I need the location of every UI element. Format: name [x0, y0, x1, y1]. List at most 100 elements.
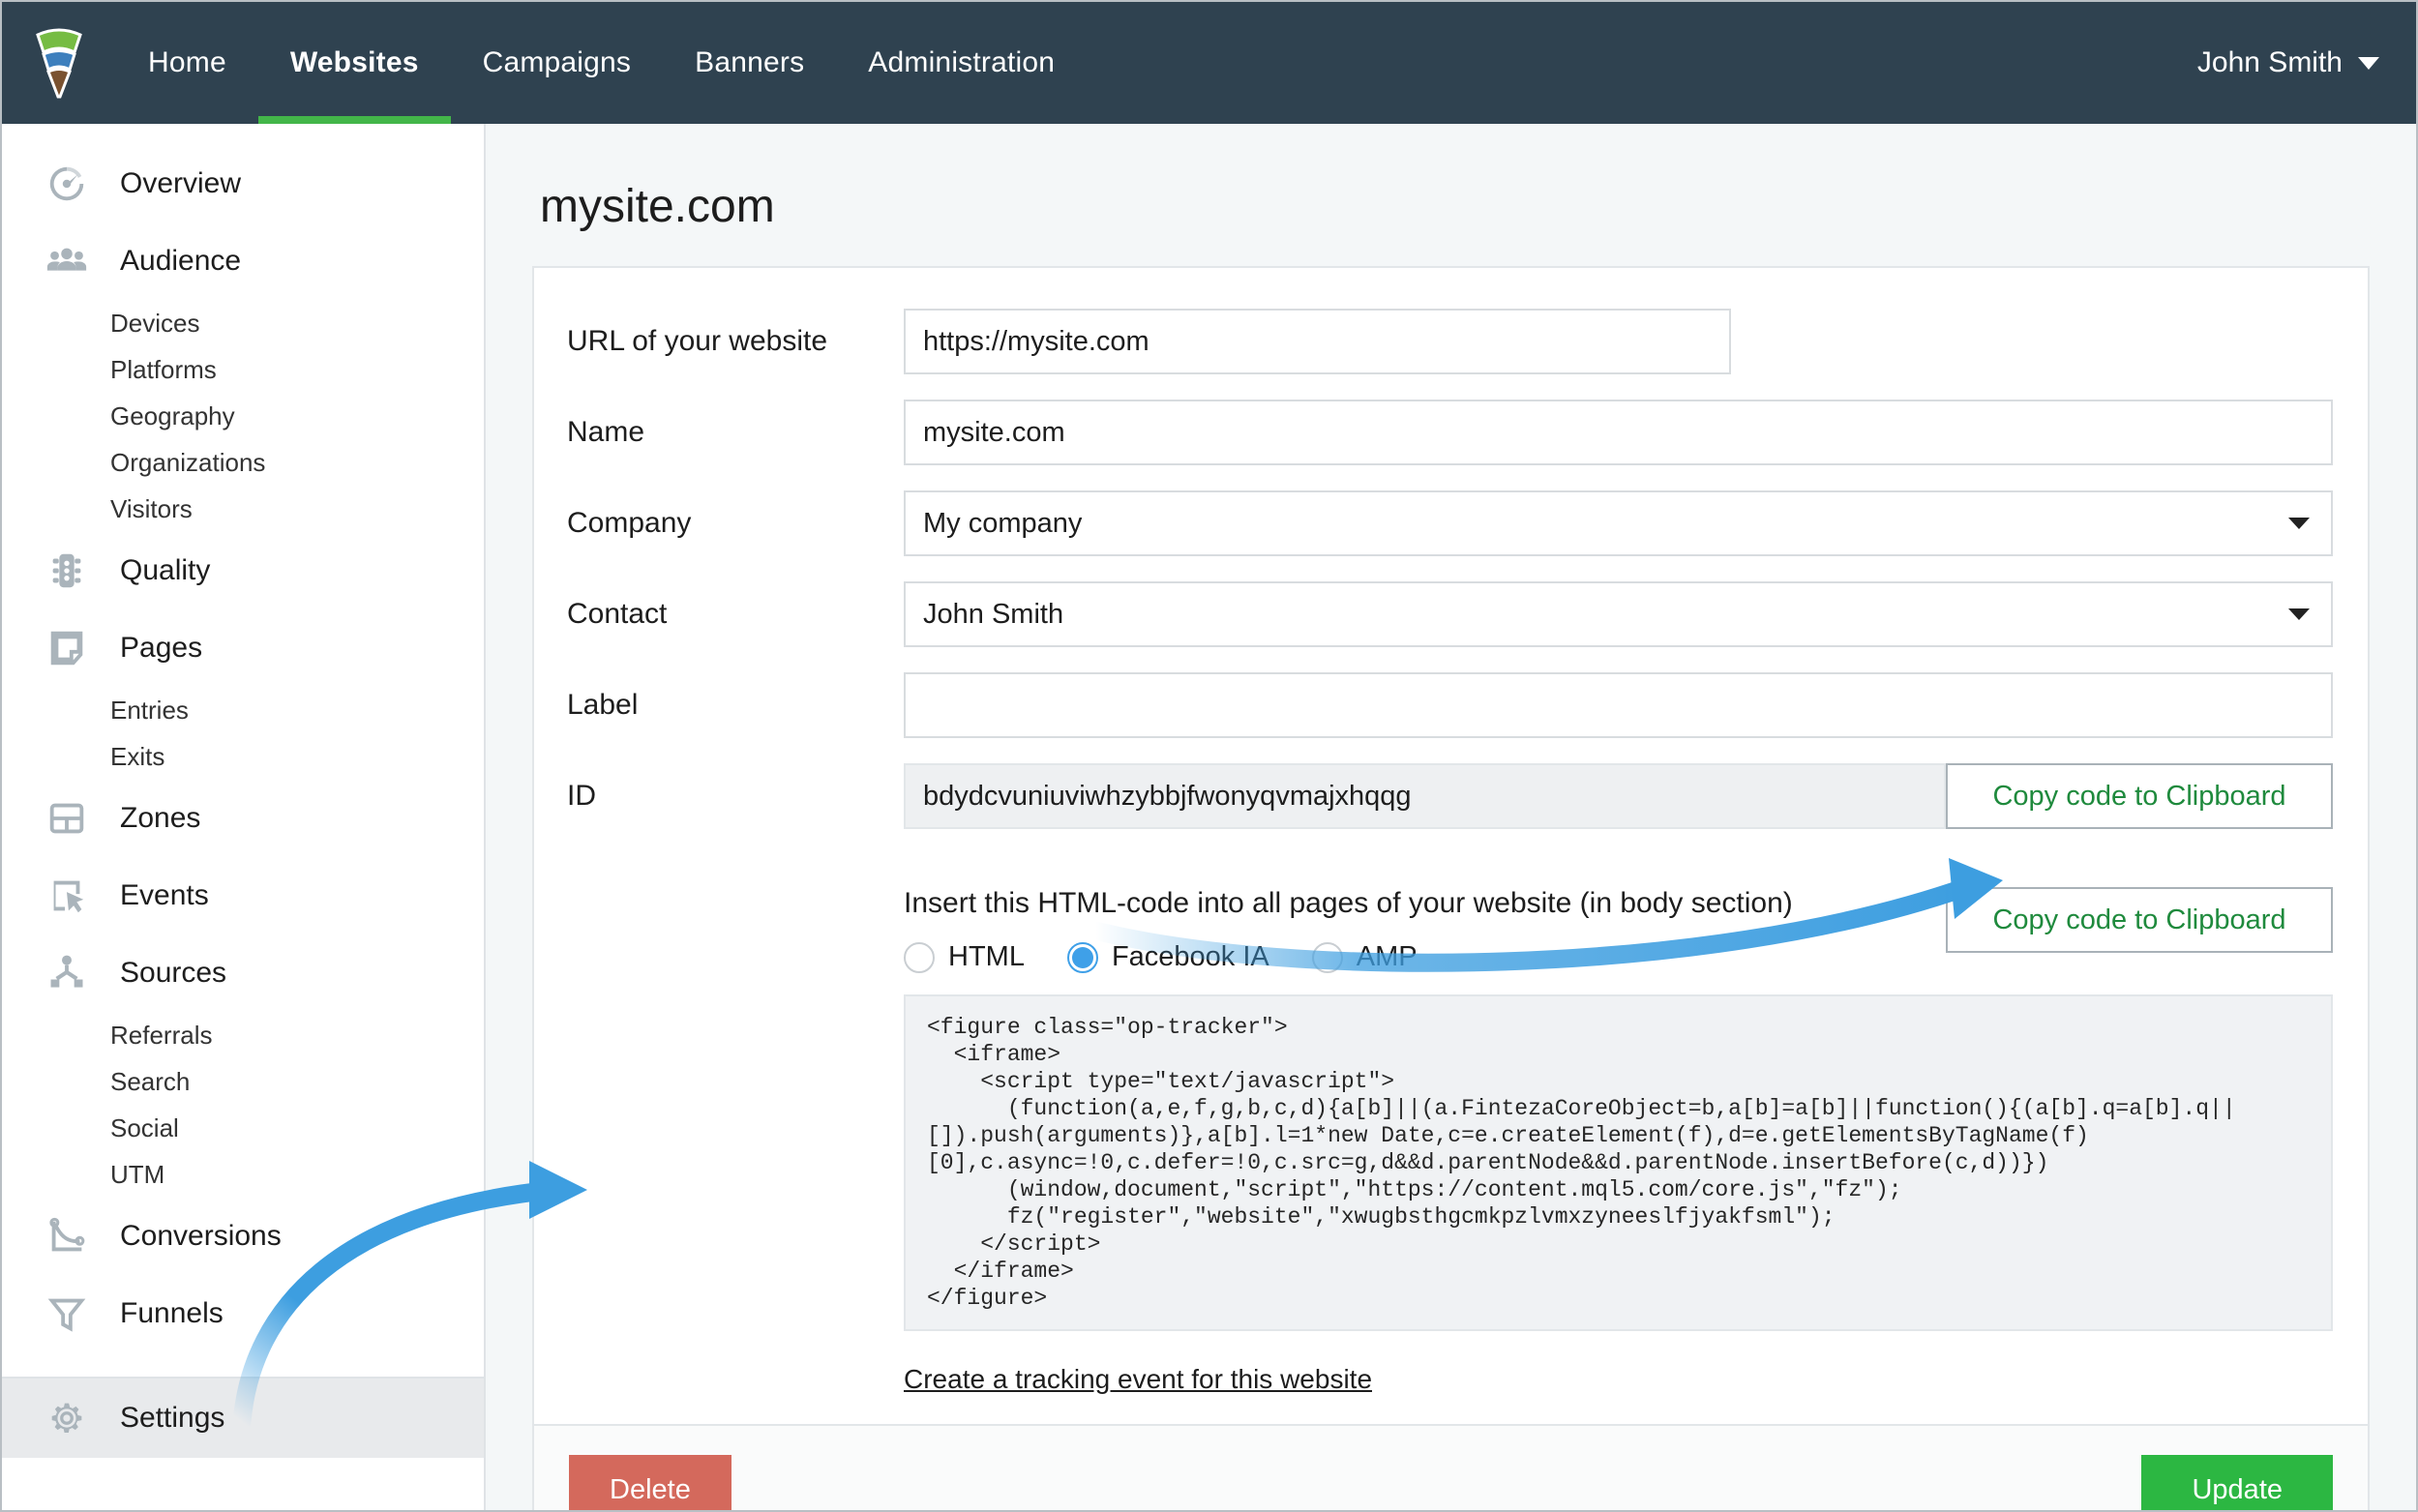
nav-label: Banners: [695, 46, 805, 78]
page-icon: [43, 624, 91, 672]
sidebar-label: Funnels: [120, 1297, 224, 1329]
traffic-light-icon: [43, 547, 91, 595]
id-label: ID: [567, 780, 596, 812]
sidebar-item-funnels[interactable]: Funnels: [2, 1275, 484, 1352]
sidebar-item-quality[interactable]: Quality: [2, 532, 484, 609]
sidebar-sub-label: Entries: [110, 695, 189, 725]
nav-label: Administration: [868, 46, 1056, 78]
sidebar-label: Overview: [120, 167, 242, 199]
sidebar-item-settings[interactable]: Settings: [2, 1379, 484, 1458]
sidebar-label: Conversions: [120, 1220, 282, 1252]
sidebar-item-audience[interactable]: Audience: [2, 222, 484, 300]
update-button[interactable]: Update: [2141, 1455, 2333, 1510]
contact-selected-value: John Smith: [923, 598, 1064, 630]
sidebar-item-conversions[interactable]: Conversions: [2, 1198, 484, 1275]
tracking-code-block[interactable]: <figure class="op-tracker"> <iframe> <sc…: [904, 994, 2333, 1331]
sidebar-item-visitors[interactable]: Visitors: [2, 486, 484, 532]
radio-label: HTML: [948, 941, 1025, 972]
nav-item-campaigns[interactable]: Campaigns: [451, 2, 664, 124]
field-row-url: URL of your website: [534, 309, 2368, 374]
sidebar-label: Zones: [120, 802, 201, 834]
url-label: URL of your website: [567, 325, 828, 357]
top-navigation-bar: Home Websites Campaigns Banners Administ…: [2, 2, 2416, 124]
sidebar-label: Audience: [120, 245, 242, 277]
sidebar-sub-label: Social: [110, 1112, 179, 1142]
page-title: mysite.com: [540, 181, 775, 232]
sidebar-sub-label: Organizations: [110, 447, 266, 477]
sidebar-item-entries[interactable]: Entries: [2, 687, 484, 733]
sidebar-item-platforms[interactable]: Platforms: [2, 346, 484, 393]
field-row-label: Label: [534, 672, 2368, 738]
chevron-down-icon: [2358, 56, 2379, 70]
sidebar-item-devices[interactable]: Devices: [2, 300, 484, 346]
sidebar-item-pages[interactable]: Pages: [2, 609, 484, 687]
sidebar-item-exits[interactable]: Exits: [2, 733, 484, 780]
label-field-label: Label: [567, 689, 639, 721]
radio-amp[interactable]: AMP: [1311, 941, 1418, 973]
radio-facebook-ia[interactable]: Facebook IA: [1066, 941, 1269, 973]
gear-icon: [43, 1394, 91, 1442]
code-section-content: Insert this HTML-code into all pages of …: [904, 887, 2333, 1395]
sidebar-label: Sources: [120, 957, 227, 989]
nav-label: Campaigns: [482, 46, 632, 78]
sidebar-item-sources[interactable]: Sources: [2, 934, 484, 1012]
sidebar-item-referrals[interactable]: Referrals: [2, 1012, 484, 1058]
nav-label: Home: [148, 46, 226, 78]
sidebar-sub-label: Exits: [110, 741, 165, 771]
app-logo[interactable]: [2, 2, 116, 124]
copy-code-to-clipboard-button[interactable]: Copy code to Clipboard: [1946, 887, 2333, 953]
company-selected-value: My company: [923, 507, 1083, 539]
funnel-logo-icon: [36, 28, 82, 99]
sidebar-sub-label: Visitors: [110, 493, 193, 523]
url-input[interactable]: [904, 309, 1731, 374]
contact-select[interactable]: John Smith: [904, 581, 2333, 647]
sidebar-item-organizations[interactable]: Organizations: [2, 439, 484, 486]
user-menu[interactable]: John Smith: [2197, 46, 2379, 79]
sidebar-item-social[interactable]: Social: [2, 1105, 484, 1151]
nav-item-administration[interactable]: Administration: [836, 2, 1087, 124]
cursor-click-icon: [43, 872, 91, 920]
label-input[interactable]: [904, 672, 2333, 738]
id-value: bdydcvuniuviwhzybbjfwonyqvmajxhqqg: [904, 763, 1946, 829]
radio-dot-icon: [1066, 941, 1098, 973]
sidebar-item-zones[interactable]: Zones: [2, 780, 484, 857]
sidebar-item-events[interactable]: Events: [2, 857, 484, 934]
sidebar-item-geography[interactable]: Geography: [2, 393, 484, 439]
nav-item-home[interactable]: Home: [116, 2, 258, 124]
name-label: Name: [567, 416, 645, 448]
sidebar-item-overview[interactable]: Overview: [2, 145, 484, 222]
user-name-label: John Smith: [2196, 46, 2343, 78]
settings-form: URL of your website Name Company My comp…: [534, 268, 2368, 1424]
nav-item-websites[interactable]: Websites: [257, 2, 451, 124]
card-footer: Delete Update: [534, 1424, 2368, 1510]
create-tracking-event-link[interactable]: Create a tracking event for this website: [904, 1364, 1372, 1395]
sidebar: Overview Audience Devices Platforms Geog…: [2, 124, 486, 1510]
delete-button[interactable]: Delete: [569, 1455, 731, 1510]
sidebar-bottom-section: Settings: [2, 1357, 484, 1458]
copy-id-to-clipboard-button[interactable]: Copy code to Clipboard: [1946, 763, 2333, 829]
radio-html[interactable]: HTML: [904, 941, 1025, 973]
code-title-row: Insert this HTML-code into all pages of …: [904, 887, 2333, 973]
website-settings-card: URL of your website Name Company My comp…: [532, 266, 2370, 1510]
sidebar-label: Pages: [120, 632, 203, 664]
sidebar-item-search[interactable]: Search: [2, 1058, 484, 1105]
nav-item-banners[interactable]: Banners: [663, 2, 836, 124]
radio-dot-icon: [1311, 941, 1343, 973]
main-nav: Home Websites Campaigns Banners Administ…: [116, 2, 1087, 124]
sidebar-label: Events: [120, 879, 209, 911]
company-select[interactable]: My company: [904, 490, 2333, 556]
app-window: Home Websites Campaigns Banners Administ…: [0, 0, 2418, 1512]
code-section-title: Insert this HTML-code into all pages of …: [904, 887, 1793, 919]
sidebar-item-utm[interactable]: UTM: [2, 1151, 484, 1198]
zones-icon: [43, 794, 91, 843]
sidebar-sub-label: Devices: [110, 308, 200, 338]
radio-label: Facebook IA: [1111, 941, 1269, 972]
contact-label: Contact: [567, 598, 668, 630]
chevron-down-icon: [2288, 518, 2310, 529]
sidebar-sub-label: Platforms: [110, 354, 217, 384]
people-icon: [43, 237, 91, 285]
chevron-down-icon: [2288, 608, 2310, 620]
name-input[interactable]: [904, 400, 2333, 465]
radio-label: AMP: [1356, 941, 1418, 972]
radio-dot-icon: [904, 941, 935, 973]
